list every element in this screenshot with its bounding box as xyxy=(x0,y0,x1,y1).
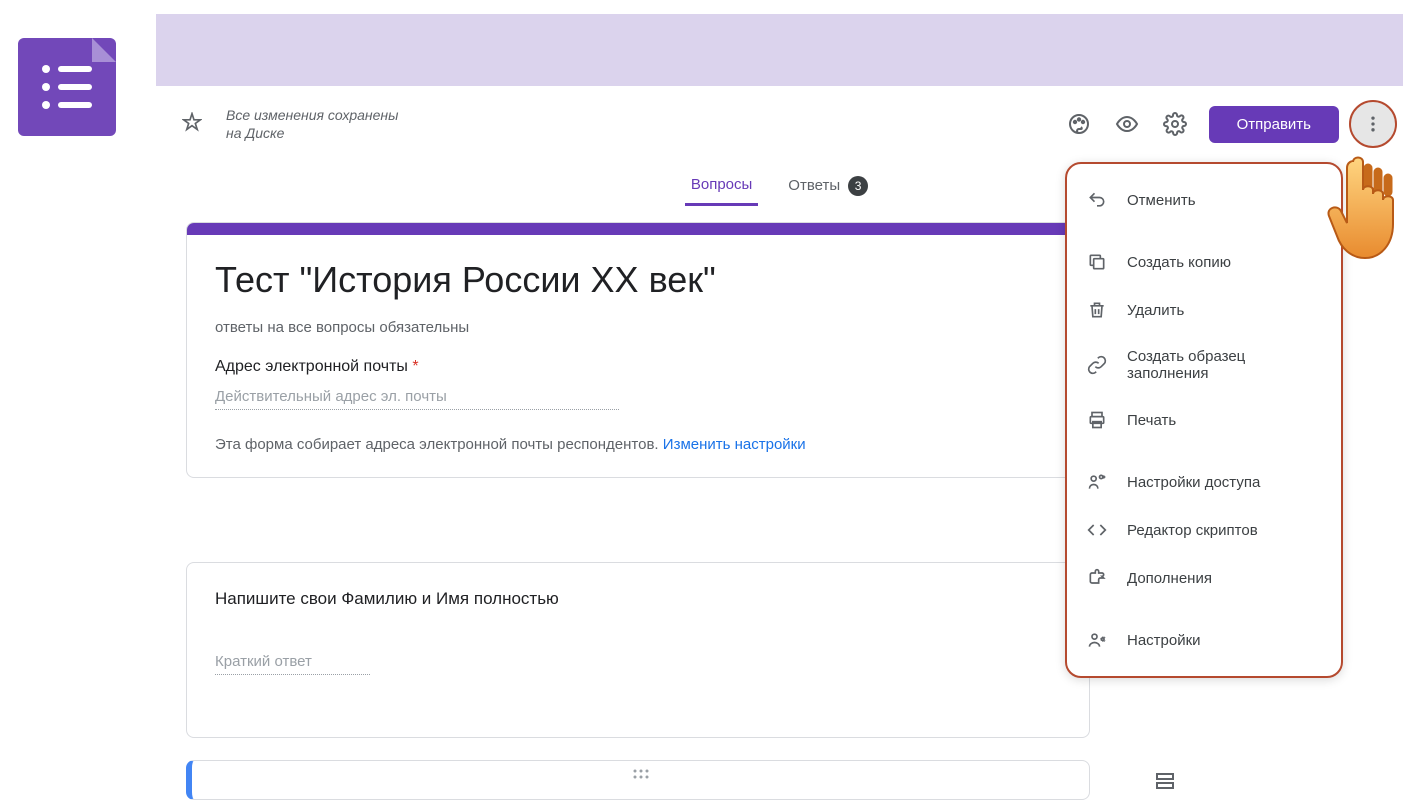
form-accent-bar xyxy=(187,223,1089,235)
menu-prefill[interactable]: Создать образец заполнения xyxy=(1067,334,1341,396)
hand-cursor-icon xyxy=(1323,150,1403,260)
menu-addons[interactable]: Дополнения xyxy=(1067,554,1341,602)
save-status: Все изменения сохранены на Диске xyxy=(226,106,398,142)
tab-questions[interactable]: Вопросы xyxy=(685,166,758,206)
forms-logo[interactable] xyxy=(18,38,116,136)
settings-button[interactable] xyxy=(1151,100,1199,148)
context-menu: Отменить Создать копию Удалить Создать о… xyxy=(1065,162,1343,678)
email-label: Адрес электронной почты * xyxy=(215,358,1061,376)
tab-answers-badge: 3 xyxy=(848,176,868,196)
question-1-input: Краткий ответ xyxy=(215,653,370,675)
drag-handle-icon[interactable] xyxy=(631,767,651,785)
send-button[interactable]: Отправить xyxy=(1209,106,1339,143)
menu-addons-label: Дополнения xyxy=(1127,570,1212,587)
menu-copy-label: Создать копию xyxy=(1127,254,1231,271)
question-card-1[interactable]: Напишите свои Фамилию и Имя полностью Кр… xyxy=(186,562,1090,738)
layout-icon[interactable] xyxy=(1153,769,1177,798)
menu-undo[interactable]: Отменить xyxy=(1067,176,1341,224)
menu-print[interactable]: Печать xyxy=(1067,396,1341,444)
save-status-line1: Все изменения сохранены xyxy=(226,106,398,124)
preview-button[interactable] xyxy=(1103,100,1151,148)
form-description[interactable]: ответы на все вопросы обязательны xyxy=(215,319,1061,336)
more-options-button[interactable] xyxy=(1349,100,1397,148)
menu-print-label: Печать xyxy=(1127,412,1176,429)
question-1-title[interactable]: Напишите свои Фамилию и Имя полностью xyxy=(215,589,1061,609)
save-status-line2: на Диске xyxy=(226,124,398,142)
email-input[interactable]: Действительный адрес эл. почты xyxy=(215,388,619,410)
menu-settings-label: Настройки xyxy=(1127,632,1201,649)
header-background xyxy=(156,14,1403,86)
form-title[interactable]: Тест "История России XX век" xyxy=(215,259,1061,301)
question-card-2[interactable] xyxy=(186,760,1090,800)
menu-prefill-label: Создать образец заполнения xyxy=(1127,348,1321,382)
tab-answers[interactable]: Ответы 3 xyxy=(782,166,874,206)
change-settings-link[interactable]: Изменить настройки xyxy=(663,436,806,453)
menu-share-label: Настройки доступа xyxy=(1127,474,1260,491)
required-star: * xyxy=(412,358,418,375)
menu-copy[interactable]: Создать копию xyxy=(1067,238,1341,286)
email-collection-note: Эта форма собирает адреса электронной по… xyxy=(215,436,1061,453)
menu-script[interactable]: Редактор скриптов xyxy=(1067,506,1341,554)
palette-button[interactable] xyxy=(1055,100,1103,148)
tab-answers-label: Ответы xyxy=(788,177,840,194)
menu-script-label: Редактор скриптов xyxy=(1127,522,1258,539)
toolbar: Все изменения сохранены на Диске Отправи… xyxy=(156,94,1403,154)
form-header-card: Тест "История России XX век" ответы на в… xyxy=(186,222,1090,478)
menu-share[interactable]: Настройки доступа xyxy=(1067,458,1341,506)
menu-delete-label: Удалить xyxy=(1127,302,1184,319)
menu-settings[interactable]: Настройки xyxy=(1067,616,1341,664)
menu-delete[interactable]: Удалить xyxy=(1067,286,1341,334)
star-icon[interactable] xyxy=(182,112,202,137)
menu-undo-label: Отменить xyxy=(1127,192,1196,209)
